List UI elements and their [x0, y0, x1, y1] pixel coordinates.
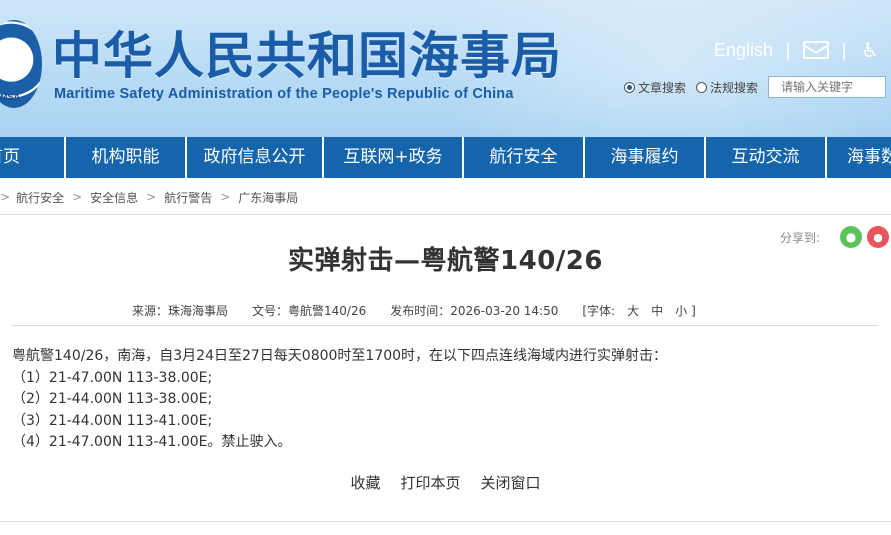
accessibility-icon[interactable]: ♿	[861, 38, 879, 62]
radio-unselected-icon[interactable]	[696, 81, 708, 93]
article-title: 实弹射击—粤航警140/26	[288, 246, 603, 276]
nav-item-nav-safety[interactable]: 航行安全	[464, 137, 585, 178]
site-header: MSA 中华人民共和国海事局 Maritime Safety Administr…	[0, 0, 891, 137]
nav-item-internet-gov[interactable]: 互联网+政务	[324, 137, 464, 178]
print-link[interactable]: 打印本页	[400, 472, 460, 493]
english-link[interactable]: English	[714, 40, 773, 61]
divider	[0, 214, 891, 215]
radio-selected-icon[interactable]	[624, 81, 635, 93]
article-source: 来源：珠海海事局	[132, 304, 229, 318]
nav-item-interaction[interactable]: 互动交流	[706, 137, 827, 178]
breadcrumb-item[interactable]: 航行安全	[16, 189, 64, 206]
site-title[interactable]: 中华人民共和国海事局	[52, 26, 562, 86]
font-medium-link[interactable]: 中	[651, 302, 663, 319]
article-paragraph: （1）21-47.00N 113-38.00E;	[12, 369, 213, 386]
link-separator: |	[841, 39, 848, 61]
emblem-text: MSA	[0, 92, 20, 102]
article-body: 粤航警140/26，南海，自3月24日至27日每天0800时至1700时，在以下…	[12, 346, 872, 454]
breadcrumb-separator: >	[72, 190, 83, 204]
top-links: English | | ♿	[714, 38, 879, 62]
search-option-article[interactable]: 文章搜索	[624, 79, 686, 96]
favorite-link[interactable]: 收藏	[350, 472, 380, 493]
nav-item-gov-info[interactable]: 政府信息公开	[187, 137, 324, 178]
font-large-link[interactable]: 大	[627, 302, 639, 319]
nav-item-functions[interactable]: 机构职能	[66, 137, 187, 178]
breadcrumb-separator: >	[220, 190, 231, 204]
breadcrumb-item[interactable]: 安全信息	[90, 189, 138, 206]
nav-item-home[interactable]: 首页	[0, 137, 66, 178]
search-option-label: 文章搜索	[638, 80, 687, 95]
breadcrumb-item[interactable]: 航行警告	[164, 189, 212, 206]
breadcrumb: > 航行安全 > 安全信息 > 航行警告 > 广东海事局	[0, 188, 298, 206]
font-size-open: [字体:	[582, 304, 616, 318]
article-publish-time: 发布时间：2026-03-20 14:50	[390, 304, 559, 318]
article-actions: 收藏 打印本页 关闭窗口	[0, 472, 891, 493]
article-paragraph: （4）21-47.00N 113-41.00E。禁止驶入。	[12, 434, 292, 450]
main-nav: 首页 机构职能 政府信息公开 互联网+政务 航行安全 海事履约 互动交流 海事数	[0, 137, 891, 178]
breadcrumb-separator: >	[146, 190, 157, 204]
search-option-law[interactable]: 法规搜索	[696, 79, 758, 96]
site-subtitle: Maritime Safety Administration of the Pe…	[54, 86, 514, 102]
article-doc-number: 文号：粤航警140/26	[252, 304, 367, 318]
article-meta: 来源：珠海海事局 文号：粤航警140/26 发布时间：2026-03-20 14…	[132, 302, 696, 319]
article-paragraph: （3）21-44.00N 113-41.00E;	[12, 412, 213, 429]
font-size-close: ]	[691, 303, 696, 318]
search-option-label: 法规搜索	[710, 80, 759, 95]
font-small-link[interactable]: 小	[675, 302, 687, 319]
breadcrumb-separator: >	[0, 190, 11, 204]
nav-item-data[interactable]: 海事数	[827, 137, 891, 178]
nav-item-compliance[interactable]: 海事履约	[585, 137, 706, 178]
link-separator: |	[785, 39, 792, 61]
article-paragraph: （2）21-44.00N 113-38.00E;	[12, 391, 213, 407]
divider	[12, 325, 878, 326]
divider	[0, 521, 891, 522]
search-input[interactable]	[768, 76, 887, 98]
breadcrumb-item[interactable]: 广东海事局	[238, 189, 298, 206]
mail-icon[interactable]	[803, 41, 830, 59]
close-window-link[interactable]: 关闭窗口	[481, 472, 541, 493]
article-paragraph: 粤航警140/26，南海，自3月24日至27日每天0800时至1700时，在以下…	[12, 348, 668, 364]
search-bar: 文章搜索 法规搜索	[624, 76, 887, 98]
